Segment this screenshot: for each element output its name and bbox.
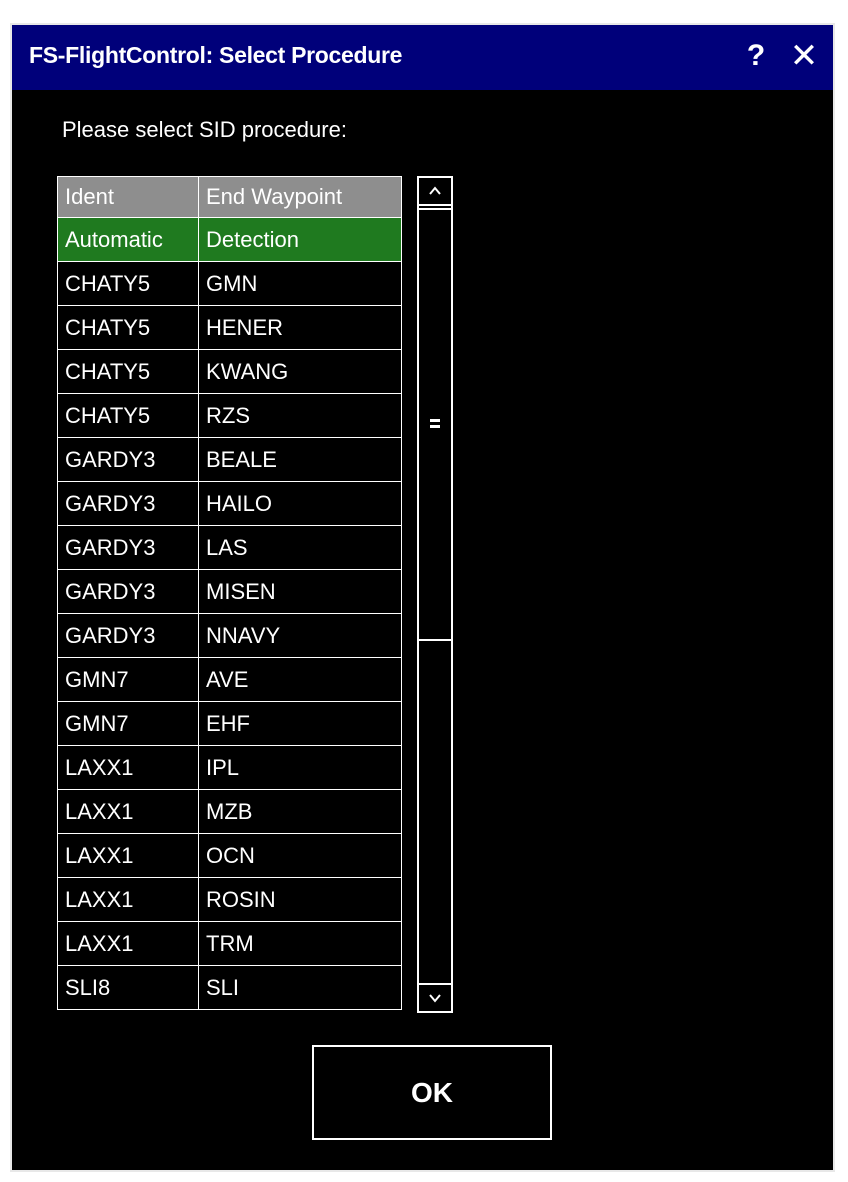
table-row[interactable]: GARDY3 HAILO (57, 482, 402, 526)
cell-end-waypoint: EHF (199, 702, 402, 745)
cell-end-waypoint: MISEN (199, 570, 402, 613)
table-row[interactable]: LAXX1 OCN (57, 834, 402, 878)
cell-end-waypoint: ROSIN (199, 878, 402, 921)
table-row[interactable]: Automatic Detection (57, 218, 402, 262)
cell-ident: GARDY3 (57, 526, 199, 569)
table-row[interactable]: LAXX1 MZB (57, 790, 402, 834)
window-title: FS-FlightControl: Select Procedure (29, 42, 403, 68)
table-row[interactable]: GMN7 EHF (57, 702, 402, 746)
cell-ident: GARDY3 (57, 482, 199, 525)
cell-end-waypoint: TRM (199, 922, 402, 965)
select-procedure-dialog: FS-FlightControl: Select Procedure ? ✕ P… (10, 23, 835, 1172)
cell-end-waypoint: IPL (199, 746, 402, 789)
table-row[interactable]: GARDY3 MISEN (57, 570, 402, 614)
column-header-end-waypoint[interactable]: End Waypoint (199, 177, 402, 217)
scroll-thumb[interactable] (417, 208, 453, 641)
cell-ident: CHATY5 (57, 350, 199, 393)
prompt-label: Please select SID procedure: (62, 117, 347, 142)
cell-ident: Automatic (57, 218, 199, 261)
table-row[interactable]: GMN7 AVE (57, 658, 402, 702)
cell-end-waypoint: MZB (199, 790, 402, 833)
table-row[interactable]: CHATY5 RZS (57, 394, 402, 438)
cell-end-waypoint: KWANG (199, 350, 402, 393)
cell-end-waypoint: HAILO (199, 482, 402, 525)
close-button[interactable]: ✕ (784, 36, 824, 76)
cell-end-waypoint: NNAVY (199, 614, 402, 657)
table-row[interactable]: CHATY5 HENER (57, 306, 402, 350)
cell-end-waypoint: Detection (199, 218, 402, 261)
cell-ident: GARDY3 (57, 614, 199, 657)
cell-ident: GMN7 (57, 702, 199, 745)
table-header: Ident End Waypoint (57, 176, 402, 218)
table-row[interactable]: GARDY3 NNAVY (57, 614, 402, 658)
cell-end-waypoint: LAS (199, 526, 402, 569)
cell-ident: LAXX1 (57, 922, 199, 965)
ok-button[interactable]: OK (312, 1045, 552, 1140)
table-row[interactable]: LAXX1 TRM (57, 922, 402, 966)
title-bar: FS-FlightControl: Select Procedure ? ✕ (12, 25, 833, 90)
grip-icon (430, 419, 440, 431)
cell-ident: LAXX1 (57, 790, 199, 833)
table-row[interactable]: GARDY3 LAS (57, 526, 402, 570)
cell-end-waypoint: RZS (199, 394, 402, 437)
cell-ident: LAXX1 (57, 878, 199, 921)
table-row[interactable]: SLI8 SLI (57, 966, 402, 1010)
procedure-table: Ident End Waypoint Automatic Detection CHA… (57, 176, 402, 1014)
cell-ident: CHATY5 (57, 262, 199, 305)
table-row[interactable]: CHATY5 KWANG (57, 350, 402, 394)
table-row[interactable]: CHATY5 GMN (57, 262, 402, 306)
cell-ident: LAXX1 (57, 834, 199, 877)
chevron-down-icon (429, 994, 441, 1003)
cell-ident: CHATY5 (57, 394, 199, 437)
cell-end-waypoint: OCN (199, 834, 402, 877)
column-header-ident[interactable]: Ident (57, 177, 199, 217)
cell-end-waypoint: AVE (199, 658, 402, 701)
cell-ident: GARDY3 (57, 438, 199, 481)
table-body: Automatic Detection CHATY5 GMN CHATY5 HENER CH… (57, 218, 402, 1010)
cell-end-waypoint: SLI (199, 966, 402, 1009)
scrollbar[interactable] (417, 176, 457, 1013)
scroll-up-button[interactable] (417, 176, 453, 206)
cell-ident: GMN7 (57, 658, 199, 701)
chevron-up-icon (429, 186, 441, 195)
table-row[interactable]: LAXX1 ROSIN (57, 878, 402, 922)
cell-end-waypoint: GMN (199, 262, 402, 305)
cell-ident: SLI8 (57, 966, 199, 1009)
cell-ident: LAXX1 (57, 746, 199, 789)
cell-end-waypoint: BEALE (199, 438, 402, 481)
cell-ident: CHATY5 (57, 306, 199, 349)
table-row[interactable]: GARDY3 BEALE (57, 438, 402, 482)
cell-ident: GARDY3 (57, 570, 199, 613)
help-button[interactable]: ? (739, 36, 773, 76)
scroll-down-button[interactable] (417, 983, 453, 1013)
cell-end-waypoint: HENER (199, 306, 402, 349)
table-row[interactable]: LAXX1 IPL (57, 746, 402, 790)
